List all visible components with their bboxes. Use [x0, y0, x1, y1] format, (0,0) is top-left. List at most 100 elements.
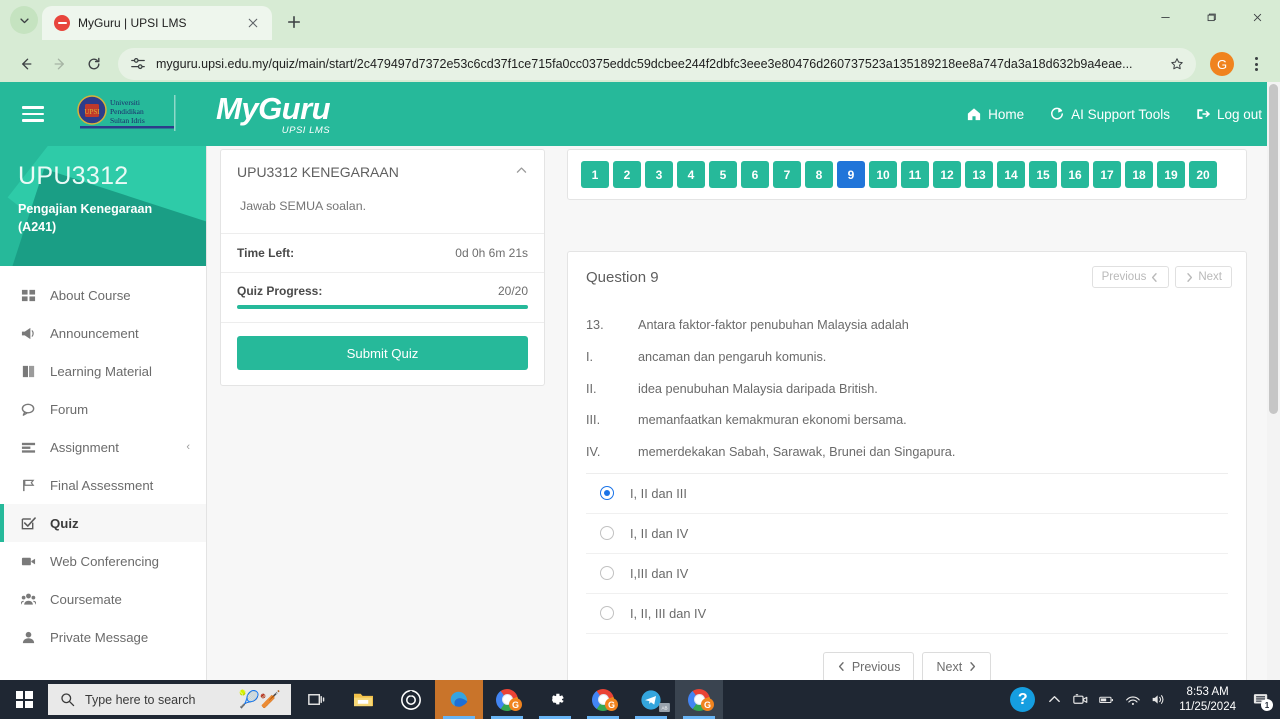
question-number-1[interactable]: 1 [581, 161, 609, 188]
scrollbar-thumb[interactable] [1269, 84, 1278, 414]
taskbar-search-box[interactable]: Type here to search 🎾🏏 [48, 684, 291, 715]
profile-avatar[interactable]: G [1210, 52, 1234, 76]
tab-strip: MyGuru | UPSI LMS [0, 0, 1280, 40]
question-number-15[interactable]: 15 [1029, 161, 1057, 188]
sidebar-item-forum[interactable]: Forum [0, 390, 206, 428]
maximize-button[interactable] [1188, 0, 1234, 34]
minimize-button[interactable] [1142, 0, 1188, 34]
sidebar-item-about-course[interactable]: About Course [0, 276, 206, 314]
question-number-12[interactable]: 12 [933, 161, 961, 188]
question-number-9[interactable]: 9 [837, 161, 865, 188]
sidebar-item-web-conferencing[interactable]: Web Conferencing [0, 542, 206, 580]
question-number-18[interactable]: 18 [1125, 161, 1153, 188]
edge-button[interactable] [435, 680, 483, 719]
answer-option[interactable]: I, II dan III [586, 474, 1228, 514]
sidebar-item-quiz[interactable]: Quiz [0, 504, 206, 542]
question-number-16[interactable]: 16 [1061, 161, 1089, 188]
question-number-7[interactable]: 7 [773, 161, 801, 188]
new-tab-button[interactable] [280, 8, 308, 36]
brand-logo[interactable]: UPSI Universiti Pendidikan Sultan Idris … [74, 93, 331, 136]
chrome-button[interactable]: G [579, 680, 627, 719]
nav-link-logout[interactable]: Log out [1196, 107, 1262, 122]
help-icon[interactable]: ? [1010, 687, 1036, 712]
answer-option[interactable]: I,III dan IV [586, 554, 1228, 594]
sidebar-item-private-message[interactable]: Private Message [0, 618, 206, 656]
chevron-up-icon[interactable] [515, 164, 528, 180]
chrome-button-active[interactable]: G [675, 680, 723, 719]
brand-sub-text: UPSI LMS [281, 124, 331, 136]
quiz-info-header[interactable]: UPU3312 KENEGARAAN [221, 150, 544, 193]
sidebar-item-learning-material[interactable]: Learning Material [0, 352, 206, 390]
site-settings-icon[interactable] [130, 56, 146, 72]
statement-text: memerdekakan Sabah, Sarawak, Brunei dan … [638, 445, 956, 460]
question-card: Question 9 Previous Next 13. Antara fakt… [567, 251, 1247, 680]
show-hidden-icons-button[interactable] [1041, 680, 1067, 719]
windows-logo-icon [15, 691, 33, 708]
page-scrollbar[interactable] [1267, 82, 1280, 680]
forward-button[interactable] [44, 48, 76, 80]
sidebar-item-coursemate[interactable]: Coursemate [0, 580, 206, 618]
question-statement: III. memanfaatkan kemakmuran ekonomi ber… [586, 405, 1228, 437]
tab-title: MyGuru | UPSI LMS [78, 16, 187, 30]
sidebar-item-announcement[interactable]: Announcement [0, 314, 206, 352]
bookmark-star-icon[interactable] [1164, 51, 1190, 77]
time-left-value: 0d 0h 6m 21s [455, 246, 528, 260]
back-button[interactable] [10, 48, 42, 80]
notification-center-button[interactable]: 1 [1248, 680, 1274, 719]
question-number-5[interactable]: 5 [709, 161, 737, 188]
browser-tab[interactable]: MyGuru | UPSI LMS [42, 6, 272, 40]
top-previous-button[interactable]: Previous [1091, 266, 1170, 288]
tab-search-button[interactable] [10, 6, 38, 34]
question-number-6[interactable]: 6 [741, 161, 769, 188]
telegram-button[interactable]: AB [627, 680, 675, 719]
radio-button[interactable] [600, 566, 614, 581]
taskbar-clock[interactable]: 8:53 AM 11/25/2024 [1171, 685, 1244, 715]
settings-button[interactable] [531, 680, 579, 719]
menu-toggle-icon[interactable] [22, 106, 44, 122]
radio-button[interactable] [600, 486, 614, 501]
browser-menu-button[interactable] [1242, 50, 1270, 78]
question-number-11[interactable]: 11 [901, 161, 929, 188]
nav-link-home[interactable]: Home [967, 107, 1024, 122]
reload-button[interactable] [78, 48, 110, 80]
question-number-2[interactable]: 2 [613, 161, 641, 188]
cortana-button[interactable] [387, 680, 435, 719]
answer-option[interactable]: I, II dan IV [586, 514, 1228, 554]
battery-icon[interactable] [1093, 680, 1119, 719]
close-button[interactable] [1234, 0, 1280, 34]
question-number-17[interactable]: 17 [1093, 161, 1121, 188]
top-next-button[interactable]: Next [1175, 266, 1232, 288]
question-number-19[interactable]: 19 [1157, 161, 1185, 188]
nav-link-ai-support-tools[interactable]: AI Support Tools [1050, 107, 1170, 122]
previous-button[interactable]: Previous [822, 651, 915, 680]
camera-icon[interactable] [1067, 680, 1093, 719]
start-button[interactable] [0, 680, 48, 719]
next-button[interactable]: Next [922, 651, 992, 680]
chrome-button[interactable]: G [483, 680, 531, 719]
answer-option[interactable]: I, II, III dan IV [586, 594, 1228, 634]
submit-quiz-button[interactable]: Submit Quiz [237, 336, 528, 370]
question-number-8[interactable]: 8 [805, 161, 833, 188]
question-number-20[interactable]: 20 [1189, 161, 1217, 188]
question-footer-nav: Previous Next [568, 634, 1246, 680]
sidebar-item-assignment[interactable]: Assignment ‹ [0, 428, 206, 466]
file-explorer-button[interactable] [339, 680, 387, 719]
chevron-left-icon[interactable]: ‹ [186, 441, 190, 453]
question-number-14[interactable]: 14 [997, 161, 1025, 188]
sidebar-item-final-assessment[interactable]: Final Assessment [0, 466, 206, 504]
radio-button[interactable] [600, 606, 614, 621]
question-number-10[interactable]: 10 [869, 161, 897, 188]
question-statement: II. idea penubuhan Malaysia daripada Bri… [586, 374, 1228, 406]
question-number-4[interactable]: 4 [677, 161, 705, 188]
radio-button[interactable] [600, 526, 614, 541]
wifi-icon[interactable] [1119, 680, 1145, 719]
windows-taskbar: Type here to search 🎾🏏 G G AB G ? 8:53 A… [0, 680, 1280, 719]
url-text: myguru.upsi.edu.my/quiz/main/start/2c479… [156, 57, 1133, 71]
question-number-3[interactable]: 3 [645, 161, 673, 188]
statement-mark: II. [586, 381, 597, 396]
tab-close-button[interactable] [244, 14, 262, 32]
question-number-13[interactable]: 13 [965, 161, 993, 188]
address-bar[interactable]: myguru.upsi.edu.my/quiz/main/start/2c479… [118, 48, 1196, 80]
volume-icon[interactable] [1145, 680, 1171, 719]
task-view-button[interactable] [291, 680, 339, 719]
